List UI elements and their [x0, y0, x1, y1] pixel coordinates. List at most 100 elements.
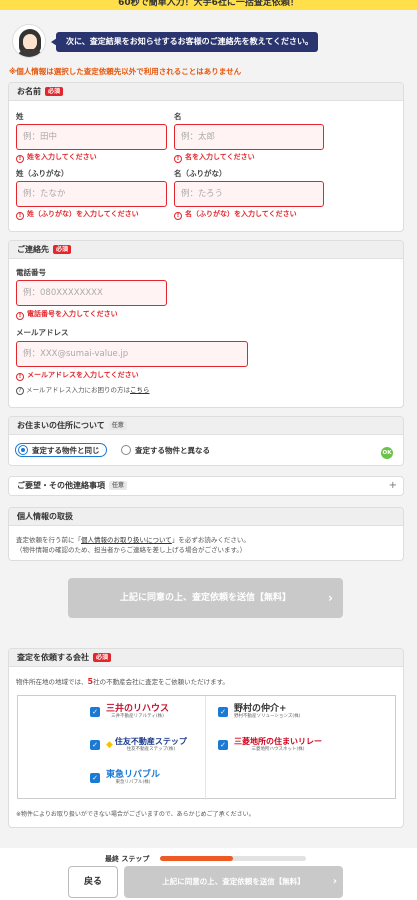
section-title: お住まいの住所について	[17, 421, 105, 430]
privacy-line-2: （物件情報の確認のため、担当者からご連絡を差し上げる場合がございます。）	[16, 546, 247, 554]
sei-label: 姓	[16, 112, 24, 121]
section-header: お名前 必須	[9, 83, 403, 101]
mei-kana-error: ! 名（ふりがな）を入力してください	[174, 209, 297, 220]
contact-section: ご連絡先必須 電話番号 ! 電話番号を入力してください メールアドレス !メールア…	[8, 240, 404, 408]
section-title: 査定を依頼する会社	[17, 653, 89, 662]
help-icon: ?	[16, 387, 24, 395]
advisor-avatar	[12, 24, 46, 58]
personal-info-section: 個人情報の取扱 査定依頼を行う前に「個人情報のお取り扱いについて」を必ずお読みく…	[8, 507, 404, 561]
checkbox-checked-icon[interactable]: ✓	[218, 740, 228, 750]
intro-text: 社の不動産会社に査定をご依頼いただけます。	[93, 678, 229, 686]
sei-input[interactable]	[16, 124, 167, 150]
sei-kana-label: 姓（ふりがな）	[16, 169, 69, 178]
ok-check-icon: OK	[381, 447, 393, 459]
section-title: お名前	[17, 87, 41, 96]
footer-bar: 最終 ステップ 戻る 上記に同意の上、査定依頼を送信【無料】 ›	[0, 848, 417, 900]
company-name: 三井のリハウス	[106, 704, 170, 714]
error-text: メールアドレスを入力してください	[27, 371, 139, 379]
company-mitsui[interactable]: ✓ 三井のリハウス 三井不動産リアルティ(株)	[90, 704, 169, 720]
company-sub: 三井不動産リアルティ(株)	[111, 714, 164, 719]
privacy-policy-link[interactable]: 個人情報のお取り扱いについて	[81, 536, 172, 544]
error-text: 名（ふりがな）を入力してください	[185, 210, 297, 218]
required-badge: 必須	[45, 87, 64, 96]
companies-intro: 物件所在地の地域では、5社の不動産会社に査定をご依頼いただけます。	[16, 676, 229, 686]
section-header: ご連絡先 必須	[9, 241, 403, 259]
mei-label: 名	[174, 112, 182, 121]
intro-text: 物件所在地の地域では、	[16, 678, 88, 686]
company-name: 住友不動産ステップ	[114, 737, 187, 746]
top-banner: 60秒で簡単入力！大手6社に一括査定依頼！	[0, 0, 417, 10]
mei-kana-input[interactable]	[174, 181, 324, 207]
company-nomura[interactable]: ✓ 野村の仲介+ 野村不動産ソリューションズ(株)	[218, 704, 300, 720]
expand-plus-icon[interactable]: +	[389, 477, 397, 495]
error-text: 姓を入力してください	[27, 153, 97, 161]
step-label: 最終 ステップ	[105, 855, 150, 863]
mei-error: ! 名を入力してください	[174, 152, 255, 163]
checkbox-checked-icon[interactable]: ✓	[90, 773, 100, 783]
submit-label: 上記に同意の上、査定依頼を送信【無料】	[119, 593, 291, 603]
company-sumitomo[interactable]: ✓ ◆ 住友不動産ステップ 住友不動産ステップ(株)	[90, 737, 187, 753]
sei-kana-input[interactable]	[16, 181, 167, 207]
sei-kana-error: ! 姓（ふりがな）を入力してください	[16, 209, 139, 220]
optional-badge: 任意	[109, 481, 128, 490]
section-header: 査定を依頼する会社 必須	[9, 649, 403, 667]
email-label: メールアドレス	[16, 328, 69, 337]
checkbox-checked-icon[interactable]: ✓	[90, 707, 100, 717]
requests-section[interactable]: ご要望・その他連絡事項 任意 +	[8, 476, 404, 496]
sumitomo-logo-icon: ◆	[106, 740, 113, 750]
optional-badge: 任意	[108, 421, 127, 430]
company-sub: 東急リバブル(株)	[115, 780, 151, 785]
company-sub: 住友不動産ステップ(株)	[126, 747, 176, 752]
radio-label: 査定する物件と異なる	[135, 445, 210, 455]
company-name: 東急リバブル	[106, 770, 161, 780]
error-icon: !	[16, 212, 24, 220]
help-link[interactable]: こちら	[130, 386, 150, 394]
chevron-right-icon: ›	[332, 876, 337, 887]
error-icon: !	[174, 155, 182, 163]
progress-fill	[160, 856, 233, 861]
email-input[interactable]	[16, 341, 248, 367]
footer-submit-button[interactable]: 上記に同意の上、査定依頼を送信【無料】 ›	[124, 866, 343, 898]
company-sub: 三菱地所ハウスネット(株)	[251, 747, 305, 752]
privacy-text: 」を必ずお読みください。	[171, 536, 250, 544]
mei-input[interactable]	[174, 124, 324, 150]
companies-footnote: ※物件によりお取り扱いができない場合がございますので、あらかじめご了承ください。	[16, 811, 255, 818]
company-name: 野村の仲介+	[234, 704, 287, 714]
checkbox-checked-icon[interactable]: ✓	[90, 740, 100, 750]
radio-different-address[interactable]: 査定する物件と異なる	[121, 443, 210, 457]
guide-bubble: 次に、査定結果をお知らせするお客様のご連絡先を教えてください。	[51, 32, 318, 52]
error-text: 名を入力してください	[185, 153, 255, 161]
help-text: メールアドレス入力にお困りの方は	[26, 386, 130, 394]
error-text: 電話番号を入力してください	[27, 310, 118, 318]
privacy-line-1: 査定依頼を行う前に「個人情報のお取り扱いについて」を必ずお読みください。	[16, 534, 250, 544]
error-text: 姓（ふりがな）を入力してください	[27, 210, 139, 218]
checkbox-checked-icon[interactable]: ✓	[218, 707, 228, 717]
company-mitsubishi[interactable]: ✓ 三菱地所の住まいリレー 三菱地所ハウスネット(株)	[218, 737, 322, 753]
back-button[interactable]: 戻る	[68, 866, 118, 898]
phone-label: 電話番号	[16, 268, 46, 277]
banner-text: 60秒で簡単入力！大手6社に一括査定依頼！	[118, 0, 299, 8]
submit-button[interactable]: 上記に同意の上、査定依頼を送信【無料】 ›	[68, 578, 343, 618]
progress-bar	[160, 856, 306, 861]
required-badge: 必須	[53, 245, 72, 254]
company-grid: ✓ 三井のリハウス 三井不動産リアルティ(株) ✓ 野村の仲介+ 野村不動産ソリューショ…	[17, 695, 396, 800]
email-error: ! メールアドレスを入力してください	[16, 370, 139, 381]
section-title: ご要望・その他連絡事項	[17, 481, 105, 490]
privacy-text: 査定依頼を行う前に「	[16, 536, 81, 544]
radio-label: 査定する物件と同じ	[32, 445, 100, 455]
email-help: ? メールアドレス入力にお困りの方はこちら	[16, 384, 150, 395]
error-icon: !	[16, 155, 24, 163]
company-sub: 野村不動産ソリューションズ(株)	[234, 714, 301, 719]
error-icon: !	[174, 212, 182, 220]
section-header: お住まいの住所について 任意	[9, 417, 403, 435]
name-section: お名前必須 姓 !姓を入力してください 名 !名を入力してください 姓（ふりがな…	[8, 82, 404, 232]
error-icon: !	[16, 373, 24, 381]
radio-dot	[121, 445, 131, 455]
radio-same-address[interactable]: 査定する物件と同じ	[15, 443, 107, 457]
company-name: 三菱地所の住まいリレー	[234, 737, 322, 746]
section-title: ご連絡先	[17, 245, 49, 254]
company-tokyu[interactable]: ✓ 東急リバブル 東急リバブル(株)	[90, 770, 160, 786]
sei-error: ! 姓を入力してください	[16, 152, 97, 163]
phone-input[interactable]	[16, 280, 167, 306]
companies-section: 査定を依頼する会社 必須 物件所在地の地域では、5社の不動産会社に査定をご依頼いた…	[8, 648, 404, 828]
